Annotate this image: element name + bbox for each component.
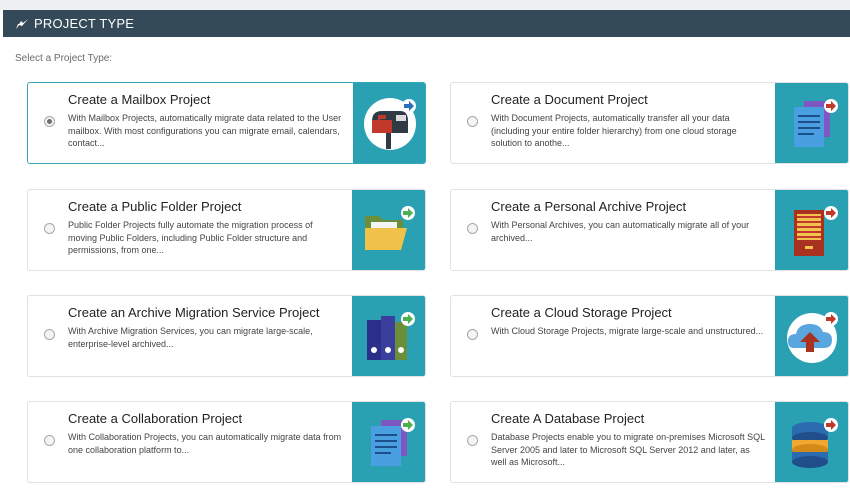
card-body: Create a Personal Archive Project With P… (451, 190, 775, 270)
card-title: Create A Database Project (491, 411, 645, 426)
card-icon-box (352, 402, 425, 482)
project-radio-personal-archive[interactable] (467, 223, 478, 234)
project-card-public-folder[interactable]: Create a Public Folder Project Public Fo… (27, 189, 426, 271)
project-card-document[interactable]: Create a Document Project With Document … (450, 82, 849, 164)
card-icon-box (352, 190, 425, 270)
project-radio-public-folder[interactable] (44, 223, 55, 234)
rocket-icon (16, 18, 28, 29)
section-title: PROJECT TYPE (34, 16, 135, 31)
project-radio-document[interactable] (467, 116, 478, 127)
card-description: With Archive Migration Services, you can… (68, 326, 313, 349)
project-card-collaboration[interactable]: Create a Collaboration Project With Coll… (27, 401, 426, 483)
project-radio-cloud-storage[interactable] (467, 329, 478, 340)
card-icon-box (775, 190, 848, 270)
card-body: Create a Collaboration Project With Coll… (28, 402, 352, 482)
card-description: Public Folder Projects fully automate th… (68, 220, 313, 255)
card-body: Create A Database Project Database Proje… (451, 402, 775, 482)
project-card-mailbox[interactable]: Create a Mailbox Project With Mailbox Pr… (27, 82, 426, 164)
card-title: Create a Public Folder Project (68, 199, 242, 214)
card-body: Create a Cloud Storage Project With Clou… (451, 296, 775, 376)
document-icon (793, 99, 838, 147)
card-title: Create a Collaboration Project (68, 411, 243, 426)
card-body: Create a Mailbox Project With Mailbox Pr… (28, 83, 353, 163)
mailbox-icon (363, 98, 416, 150)
binders-icon (366, 312, 415, 360)
card-body: Create an Archive Migration Service Proj… (28, 296, 352, 376)
section-header: PROJECT TYPE (3, 10, 850, 37)
folder-icon (364, 206, 415, 250)
card-icon-box (352, 296, 425, 376)
project-card-cloud-storage[interactable]: Create a Cloud Storage Project With Clou… (450, 295, 849, 377)
card-icon-box (775, 402, 848, 482)
card-title: Create a Personal Archive Project (491, 199, 687, 214)
card-description: With Cloud Storage Projects, migrate lar… (491, 326, 764, 336)
card-title: Create a Cloud Storage Project (491, 305, 672, 320)
card-icon-box (775, 83, 848, 163)
card-description: With Mailbox Projects, automatically mig… (68, 113, 342, 148)
card-title: Create a Mailbox Project (68, 92, 211, 107)
card-description: With Collaboration Projects, you can aut… (68, 432, 342, 455)
database-icon (791, 418, 838, 468)
card-title: Create a Document Project (491, 92, 648, 107)
project-radio-mailbox[interactable] (44, 116, 55, 127)
archive-drawer-icon (793, 206, 838, 256)
card-description: Database Projects enable you to migrate … (491, 432, 765, 467)
collaboration-document-icon (370, 418, 415, 466)
project-radio-collaboration[interactable] (44, 435, 55, 446)
project-radio-archive-migration-service[interactable] (44, 329, 55, 340)
card-description: With Document Projects, automatically tr… (491, 113, 737, 148)
cloud-upload-icon (786, 312, 838, 363)
project-card-archive-migration-service[interactable]: Create an Archive Migration Service Proj… (27, 295, 426, 377)
card-title: Create an Archive Migration Service Proj… (68, 305, 320, 320)
card-description: With Personal Archives, you can automati… (491, 220, 750, 243)
card-body: Create a Public Folder Project Public Fo… (28, 190, 352, 270)
top-strip (0, 0, 850, 10)
card-icon-box (775, 296, 848, 376)
select-project-type-label: Select a Project Type: (15, 53, 113, 64)
card-icon-box (353, 83, 425, 163)
project-card-personal-archive[interactable]: Create a Personal Archive Project With P… (450, 189, 849, 271)
project-card-database[interactable]: Create A Database Project Database Proje… (450, 401, 849, 483)
card-body: Create a Document Project With Document … (451, 83, 775, 163)
project-radio-database[interactable] (467, 435, 478, 446)
